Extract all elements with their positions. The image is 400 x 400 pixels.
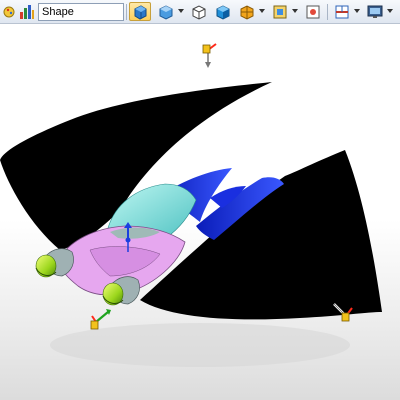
display-style-icon bbox=[159, 5, 173, 20]
split-view-icon bbox=[335, 5, 349, 19]
chart-button[interactable] bbox=[16, 2, 34, 21]
palette-icon bbox=[3, 6, 15, 18]
engine-left[interactable] bbox=[35, 248, 74, 278]
toolbar-separator bbox=[126, 4, 127, 20]
zoom-fit-icon bbox=[273, 5, 287, 19]
split-view-button[interactable] bbox=[331, 2, 353, 21]
shape-combo[interactable]: Shape bbox=[38, 3, 124, 21]
monitor-button[interactable] bbox=[364, 2, 386, 21]
chevron-down-icon bbox=[259, 9, 265, 13]
hide-show-button[interactable] bbox=[302, 2, 324, 21]
shape-combo-value: Shape bbox=[42, 6, 74, 18]
monitor-dropdown[interactable] bbox=[386, 2, 394, 21]
hide-show-icon bbox=[306, 5, 320, 19]
section-view-dropdown[interactable] bbox=[258, 2, 266, 21]
zoom-fit-dropdown[interactable] bbox=[291, 2, 299, 21]
chevron-down-icon bbox=[178, 9, 184, 13]
triad-top-icon[interactable] bbox=[202, 43, 217, 68]
iso-cube-button[interactable] bbox=[188, 2, 210, 21]
palette-button[interactable] bbox=[0, 2, 15, 21]
view-orientation-button[interactable] bbox=[129, 2, 151, 21]
bar-chart-icon bbox=[20, 5, 34, 19]
toolbar: Shape bbox=[0, 0, 400, 24]
view-orientation-icon bbox=[134, 5, 147, 20]
section-view-icon bbox=[240, 5, 254, 20]
zoom-fit-button[interactable] bbox=[269, 2, 291, 21]
display-style-button[interactable] bbox=[155, 2, 177, 21]
monitor-icon bbox=[367, 5, 383, 18]
chevron-down-icon bbox=[354, 9, 360, 13]
chevron-down-icon bbox=[292, 9, 298, 13]
iso-cube-icon bbox=[192, 5, 206, 20]
shaded-cube-button[interactable] bbox=[212, 2, 234, 21]
ground-shadow bbox=[50, 323, 350, 367]
right-wing-shell[interactable] bbox=[140, 150, 382, 320]
graphics-area[interactable] bbox=[0, 24, 400, 400]
section-view-button[interactable] bbox=[236, 2, 258, 21]
toolbar-separator bbox=[327, 4, 328, 20]
shaded-cube-icon bbox=[216, 5, 230, 20]
split-view-dropdown[interactable] bbox=[353, 2, 361, 21]
chevron-down-icon bbox=[387, 9, 393, 13]
display-style-dropdown[interactable] bbox=[177, 2, 185, 21]
triad-bottom-left-icon[interactable] bbox=[90, 309, 111, 330]
